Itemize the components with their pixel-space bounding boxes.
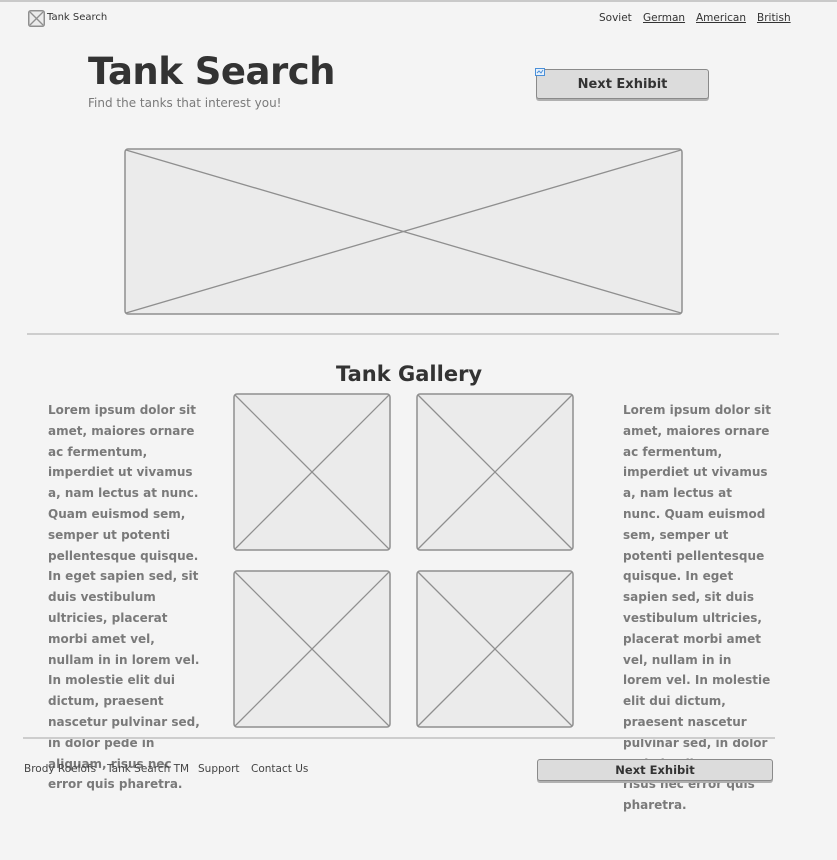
logo-image-placeholder-icon[interactable]: [28, 10, 45, 27]
nav-link-soviet[interactable]: Soviet: [599, 12, 632, 24]
nav-link-american[interactable]: American: [696, 12, 746, 24]
footer-next-exhibit-button[interactable]: Next Exhibit: [537, 759, 773, 781]
gallery-image-placeholder-3[interactable]: [233, 570, 391, 728]
nav-link-british[interactable]: British: [757, 12, 791, 24]
page-title: Tank Search: [88, 50, 336, 93]
top-border: [0, 0, 837, 2]
banner-image-placeholder: [124, 148, 683, 315]
gallery-image-placeholder-4[interactable]: [416, 570, 574, 728]
page-subtitle: Find the tanks that interest you!: [88, 96, 282, 110]
gallery-image-placeholder-2[interactable]: [416, 393, 574, 551]
nav-link-german[interactable]: German: [643, 12, 685, 24]
section-divider: [27, 333, 779, 335]
footer-link-author[interactable]: Brody Roelofs: [24, 763, 96, 775]
footer-link-support[interactable]: Support: [198, 763, 240, 775]
footer-link-contact[interactable]: Contact Us: [251, 763, 308, 775]
gallery-title: Tank Gallery: [336, 362, 483, 386]
gallery-left-text: Lorem ipsum dolor sit amet, maiores orna…: [48, 403, 200, 792]
footer-divider: [23, 737, 775, 739]
next-exhibit-button[interactable]: Next Exhibit: [536, 69, 709, 99]
gallery-right-text: Lorem ipsum dolor sit amet, maiores orna…: [623, 403, 771, 813]
logo-text[interactable]: Tank Search: [47, 12, 107, 23]
footer-link-trademark[interactable]: Tank Search TM: [107, 763, 189, 775]
link-badge-icon: [535, 68, 545, 76]
gallery-image-placeholder-1[interactable]: [233, 393, 391, 551]
